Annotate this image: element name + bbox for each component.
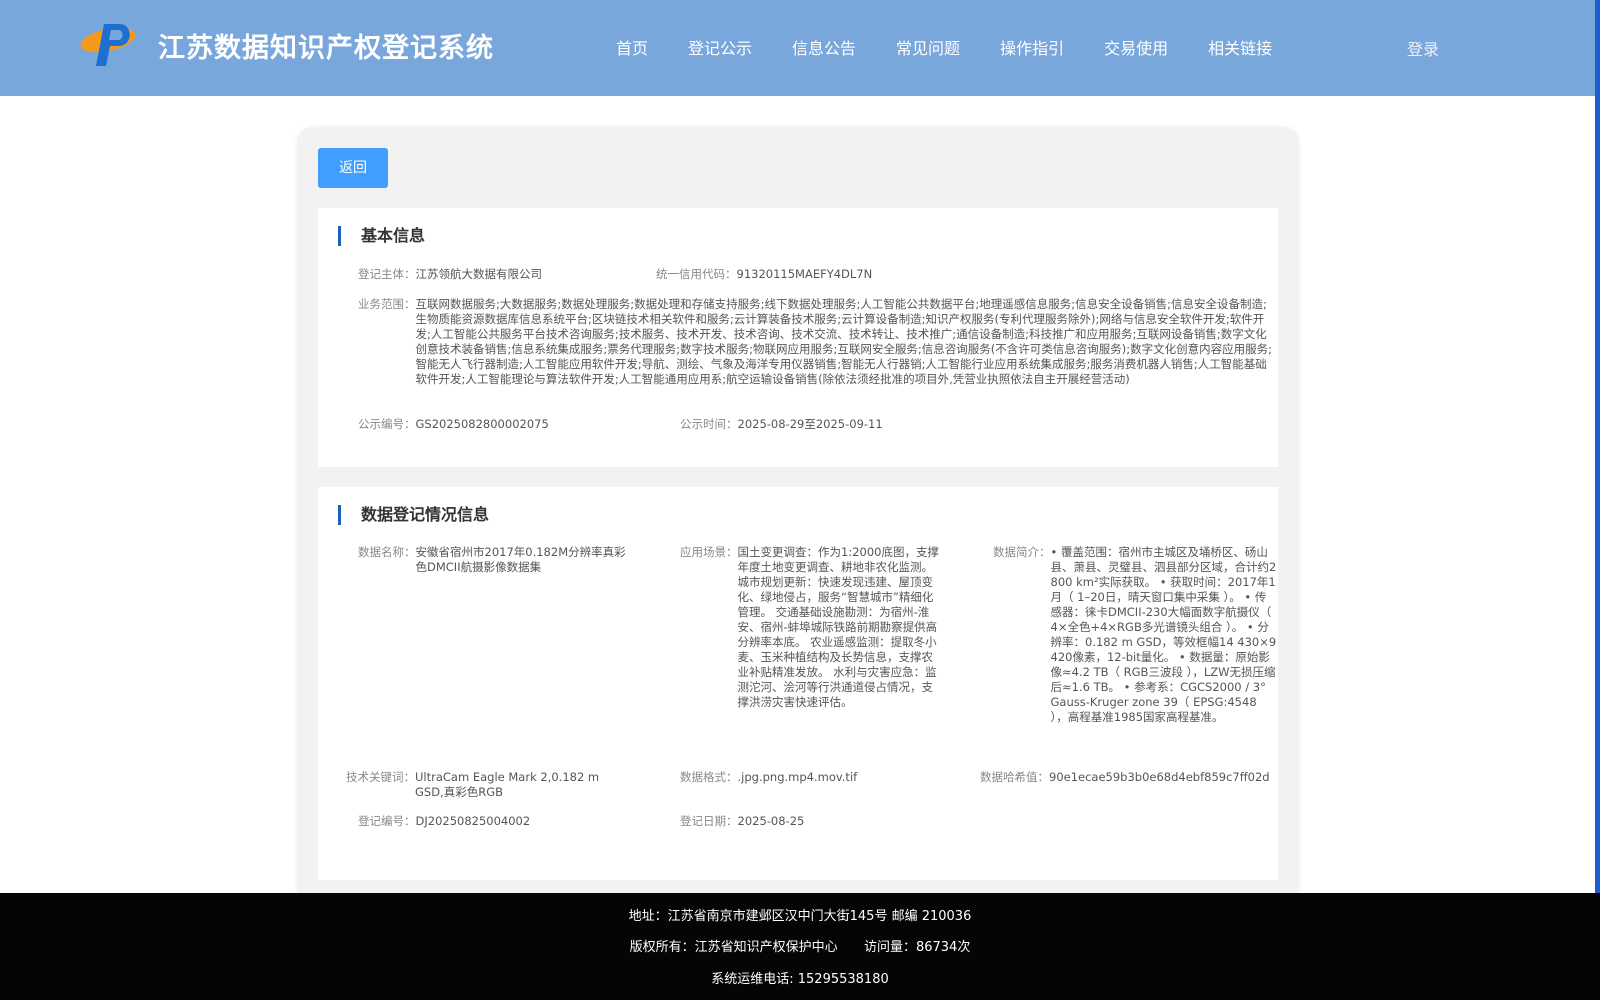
keywords-value: UltraCam Eagle Mark 2,0.182 m GSD,真彩色RGB <box>415 770 600 799</box>
field-format: 数据格式： .jpg.png.mp4.mov.tif <box>680 770 857 785</box>
format-label: 数据格式： <box>680 770 738 784</box>
reg-date-label: 登记日期： <box>680 814 738 828</box>
nav-guide[interactable]: 操作指引 <box>1000 35 1064 59</box>
footer-address: 地址：江苏省南京市建邺区汉中门大街145号 邮编 210036 <box>628 909 972 924</box>
hash-label: 数据哈希值： <box>980 770 1049 784</box>
field-data-name: 数据名称： 安徽省宿州市2017年0.182M分辨率真彩色DMCII航摄影像数据… <box>358 545 628 575</box>
notice-no-value: GS2025082800002075 <box>415 417 549 431</box>
credit-code-value: 91320115MAEFY4DL7N <box>736 267 873 281</box>
subject-label: 登记主体： <box>358 267 416 281</box>
section-title-registration: 数据登记情况信息 <box>338 505 489 525</box>
site-title: 江苏数据知识产权登记系统 <box>158 33 494 64</box>
page-edge-bar <box>1595 0 1600 893</box>
field-business-scope: 业务范围： 互联网数据服务;大数据服务;数据处理服务;数据处理和存储支持服务;线… <box>358 297 1276 387</box>
main-nav: 首页 登记公示 信息公告 常见问题 操作指引 交易使用 相关链接 <box>616 35 1312 59</box>
subject-value: 江苏领航大数据有限公司 <box>415 267 543 281</box>
field-credit-code: 统一信用代码： 91320115MAEFY4DL7N <box>656 267 872 282</box>
nav-trade-use[interactable]: 交易使用 <box>1104 35 1168 59</box>
reg-no-value: DJ20250825004002 <box>415 814 531 828</box>
field-reg-no: 登记编号： DJ20250825004002 <box>358 814 530 829</box>
data-name-label: 数据名称： <box>358 545 416 559</box>
scope-label: 业务范围： <box>358 297 416 311</box>
format-value: .jpg.png.mp4.mov.tif <box>737 770 858 784</box>
field-notice-no: 公示编号： GS2025082800002075 <box>358 417 549 432</box>
footer-copyright: 版权所有：江苏省知识产权保护中心 <box>629 940 838 955</box>
basic-info-card: 基本信息 登记主体： 江苏领航大数据有限公司 统一信用代码： 91320115M… <box>318 208 1278 467</box>
nav-announcements[interactable]: 信息公告 <box>792 35 856 59</box>
field-scene: 应用场景： 国土变更调查：作为1:2000底图，支撑年度土地变更调查、耕地非农化… <box>680 545 942 710</box>
registration-info-card: 数据登记情况信息 数据名称： 安徽省宿州市2017年0.182M分辨率真彩色DM… <box>318 487 1278 880</box>
notice-no-label: 公示编号： <box>358 417 416 431</box>
back-button[interactable]: 返回 <box>318 148 388 188</box>
section-title-basic: 基本信息 <box>338 226 425 246</box>
field-subject: 登记主体： 江苏领航大数据有限公司 <box>358 267 542 282</box>
notice-time-label: 公示时间： <box>680 417 738 431</box>
intro-label: 数据简介： <box>993 545 1051 559</box>
login-link[interactable]: 登录 <box>1407 36 1439 60</box>
field-notice-time: 公示时间： 2025-08-29至2025-09-11 <box>680 417 883 432</box>
footer-phone: 系统运维电话: 15295538180 <box>711 972 889 987</box>
field-reg-date: 登记日期： 2025-08-25 <box>680 814 804 829</box>
nav-faq[interactable]: 常见问题 <box>896 35 960 59</box>
nav-related-links[interactable]: 相关链接 <box>1208 35 1272 59</box>
p-logo-icon[interactable] <box>78 16 142 72</box>
reg-no-label: 登记编号： <box>358 814 416 828</box>
hash-value: 90e1ecae59b3b0e68d4ebf859c7ff02d <box>1049 770 1270 784</box>
scope-value: 互联网数据服务;大数据服务;数据处理服务;数据处理和存储支持服务;线下数据处理服… <box>415 297 1272 386</box>
field-hash: 数据哈希值： 90e1ecae59b3b0e68d4ebf859c7ff02d <box>980 770 1270 785</box>
field-keywords: 技术关键词： UltraCam Eagle Mark 2,0.182 m GSD… <box>346 770 628 800</box>
notice-time-value: 2025-08-29至2025-09-11 <box>737 417 883 431</box>
credit-code-label: 统一信用代码： <box>656 267 737 281</box>
reg-date-value: 2025-08-25 <box>737 814 805 828</box>
nav-home[interactable]: 首页 <box>616 35 648 59</box>
scene-value: 国土变更调查：作为1:2000底图，支撑年度土地变更调查、耕地非农化监测。 城市… <box>737 545 939 709</box>
site-header: 江苏数据知识产权登记系统 首页 登记公示 信息公告 常见问题 操作指引 交易使用… <box>0 0 1595 96</box>
site-footer: 地址：江苏省南京市建邺区汉中门大街145号 邮编 210036 版权所有：江苏省… <box>0 893 1600 1000</box>
field-intro: 数据简介： • 覆盖范围：宿州市主城区及埇桥区、砀山县、萧县、灵璧县、泗县部分区… <box>993 545 1277 725</box>
scene-label: 应用场景： <box>680 545 738 559</box>
data-name-value: 安徽省宿州市2017年0.182M分辨率真彩色DMCII航摄影像数据集 <box>415 545 626 574</box>
footer-copyright-line: 版权所有：江苏省知识产权保护中心 访问量：86734次 <box>0 936 1600 955</box>
nav-registration-publicity[interactable]: 登记公示 <box>688 35 752 59</box>
footer-visits: 访问量：86734次 <box>863 940 971 955</box>
intro-value: • 覆盖范围：宿州市主城区及埇桥区、砀山县、萧县、灵璧县、泗县部分区域，合计约2… <box>1050 545 1277 724</box>
keywords-label: 技术关键词： <box>346 770 415 784</box>
